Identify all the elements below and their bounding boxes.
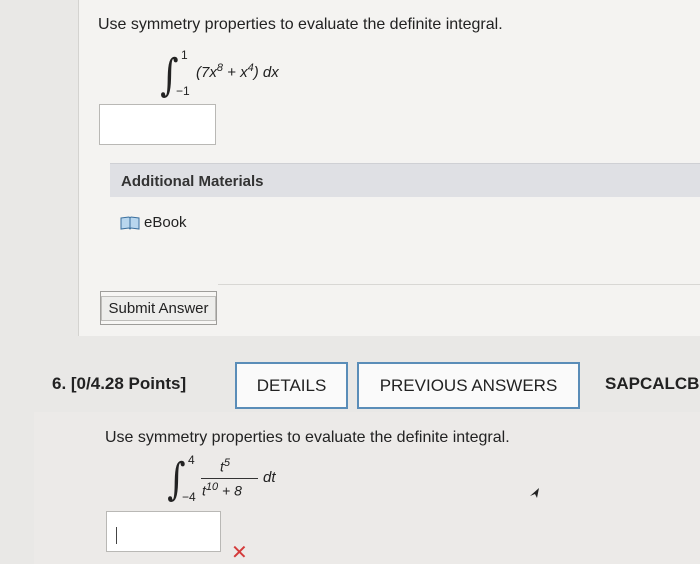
incorrect-x-icon: ✕ [231,542,248,564]
question-5-answer-input[interactable] [99,104,216,145]
course-code: SAPCALCB [605,374,700,393]
text-caret [116,527,117,544]
divider [218,284,700,285]
upper-limit: 1 [181,48,188,62]
integrand: (7x8 + x4) dx [196,62,279,81]
submit-answer-label: Submit Answer [101,296,216,321]
lower-limit: −4 [182,490,196,504]
lower-limit: −1 [176,84,190,98]
question-6-prompt: Use symmetry properties to evaluate the … [105,429,510,446]
upper-limit: 4 [188,453,195,467]
ebook-label: eBook [144,214,187,231]
additional-materials-title: Additional Materials [121,173,264,190]
fraction-bar [201,478,258,479]
denominator: t10 + 8 [202,481,242,499]
ebook-link[interactable]: eBook [120,214,187,231]
details-button[interactable]: DETAILS [235,362,348,409]
question-5-prompt: Use symmetry properties to evaluate the … [98,16,503,33]
ebook-icon [120,215,140,230]
question-6-answer-input[interactable] [106,511,221,552]
question-6-number-points: 6. [0/4.28 Points] [52,374,187,393]
numerator: t5 [220,457,231,475]
additional-materials-bar[interactable]: Additional Materials [110,163,700,197]
mouse-cursor-icon [530,488,539,498]
submit-answer-button[interactable]: Submit Answer [100,291,217,325]
differential: dt [263,469,276,486]
previous-answers-button[interactable]: PREVIOUS ANSWERS [357,362,580,409]
